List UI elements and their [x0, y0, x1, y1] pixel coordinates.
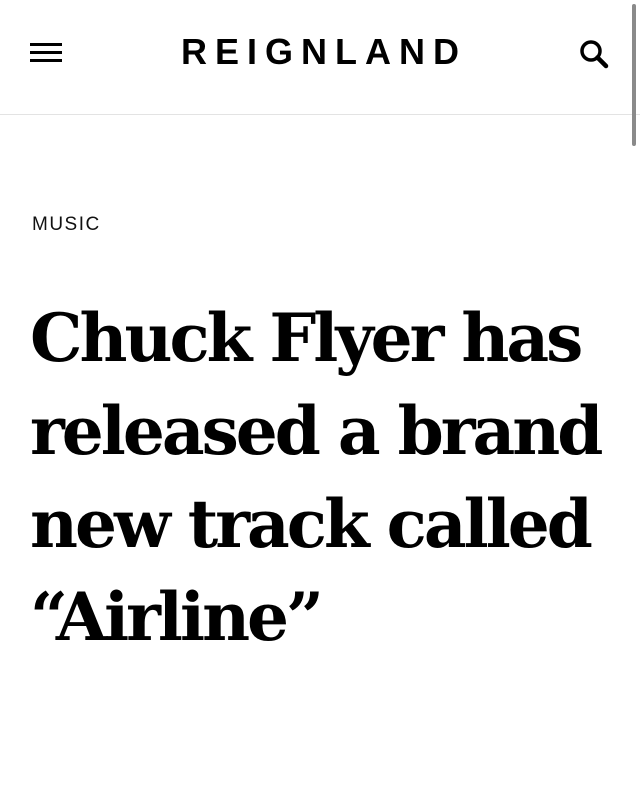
site-logo[interactable]: REIGNLAND [0, 30, 640, 74]
search-button[interactable] [574, 34, 614, 74]
category-link[interactable]: MUSIC [32, 212, 101, 238]
article-headline: Chuck Flyer has released a brand new tra… [30, 299, 603, 656]
site-header: REIGNLAND [0, 0, 640, 115]
search-icon [580, 40, 609, 69]
scrollbar[interactable] [632, 4, 636, 146]
